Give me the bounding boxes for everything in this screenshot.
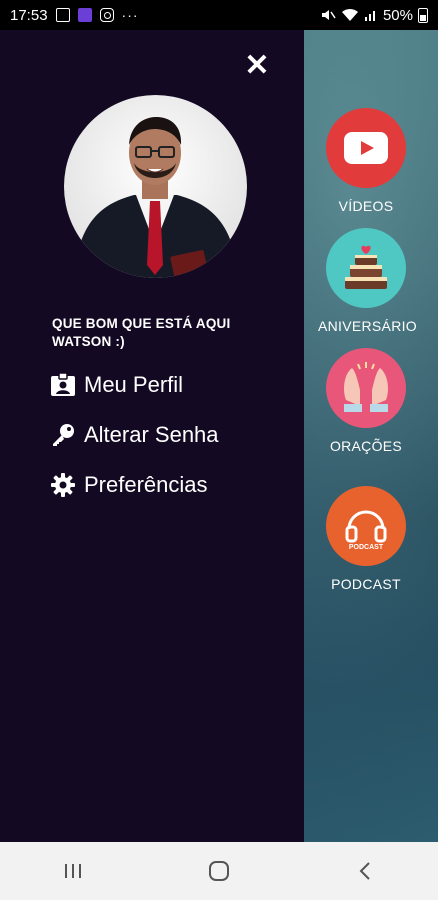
system-navigation-bar bbox=[0, 842, 438, 900]
id-badge-icon bbox=[50, 372, 76, 398]
back-button[interactable] bbox=[345, 851, 385, 891]
menu-oracoes[interactable]: ORAÇÕES bbox=[318, 348, 414, 454]
close-drawer-button[interactable]: ✕ bbox=[243, 49, 271, 82]
recent-apps-icon bbox=[65, 864, 81, 878]
drawer-item-meu-perfil[interactable]: Meu Perfil bbox=[50, 372, 183, 398]
drawer-item-label: Meu Perfil bbox=[84, 372, 184, 397]
status-bar: 17:53 ··· 50% bbox=[0, 0, 438, 30]
home-button[interactable] bbox=[199, 851, 239, 891]
mute-icon bbox=[321, 10, 336, 20]
more-notifications-icon: ··· bbox=[121, 7, 139, 23]
back-icon bbox=[359, 862, 370, 880]
youtube-icon bbox=[326, 108, 406, 188]
gallery-notification-icon bbox=[55, 8, 70, 22]
menu-label-podcast: PODCAST bbox=[331, 576, 401, 592]
menu-label-aniversario: ANIVERSÁRIO bbox=[318, 318, 417, 334]
wifi-icon bbox=[341, 8, 358, 21]
drawer-item-preferencias[interactable]: Preferências bbox=[50, 472, 208, 498]
gear-icon bbox=[50, 472, 76, 498]
cake-icon bbox=[326, 228, 406, 308]
battery-percent: 50% bbox=[382, 6, 413, 24]
status-time: 17:53 bbox=[10, 6, 48, 24]
app-notification-icon bbox=[77, 8, 92, 22]
battery-icon bbox=[418, 7, 428, 23]
drawer-item-alterar-senha[interactable]: Alterar Senha bbox=[50, 422, 219, 448]
navigation-drawer: ✕ QUE BOM QUE ESTÁ AQUI WATSON:) Meu Pe… bbox=[0, 30, 304, 842]
drawer-item-label: Preferências bbox=[84, 472, 208, 497]
instagram-notification-icon bbox=[99, 8, 114, 22]
praying-hands-icon bbox=[326, 348, 406, 428]
menu-aniversario[interactable]: ANIVERSÁRIO bbox=[318, 228, 417, 334]
greeting-line-1: QUE BOM QUE ESTÁ AQUI bbox=[52, 316, 231, 331]
close-icon: ✕ bbox=[244, 49, 270, 82]
menu-label-oracoes: ORAÇÕES bbox=[329, 438, 403, 454]
menu-podcast[interactable]: PODCAST PODCAST bbox=[318, 486, 414, 592]
home-icon bbox=[209, 861, 229, 881]
drawer-item-label: Alterar Senha bbox=[84, 422, 219, 447]
menu-videos[interactable]: VÍDEOS bbox=[318, 108, 414, 214]
podcast-badge-text: PODCAST bbox=[349, 544, 384, 551]
headphones-icon: PODCAST bbox=[326, 486, 406, 566]
greeting-text: QUE BOM QUE ESTÁ AQUI WATSON :) bbox=[52, 315, 230, 351]
menu-label-videos: VÍDEOS bbox=[338, 198, 394, 214]
key-icon bbox=[50, 422, 76, 448]
avatar[interactable] bbox=[64, 95, 247, 278]
signal-icon bbox=[364, 11, 375, 21]
recent-apps-button[interactable] bbox=[53, 851, 93, 891]
greeting-line-2: WATSON :) bbox=[52, 334, 125, 349]
